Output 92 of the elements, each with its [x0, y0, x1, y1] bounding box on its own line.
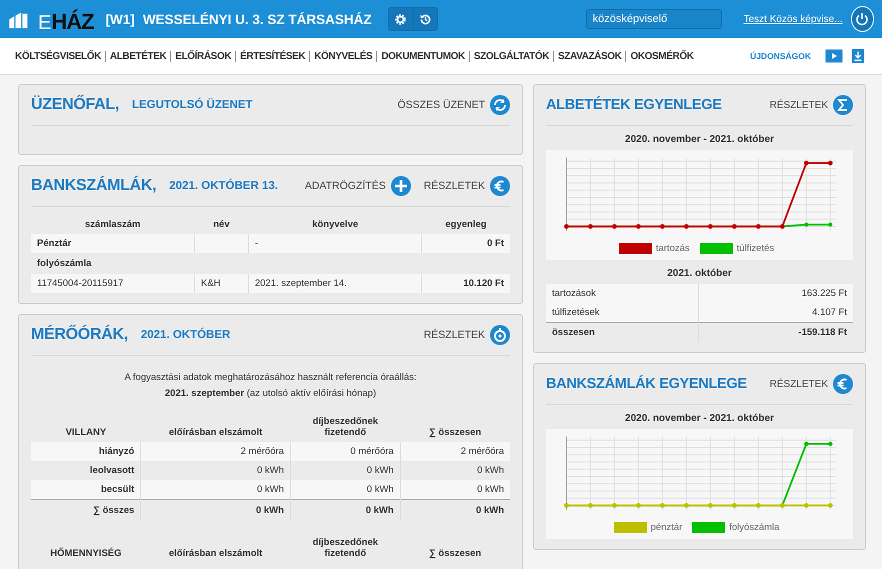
table-cell: összesen — [546, 322, 698, 342]
table-cell: leolvasott — [31, 461, 141, 480]
column-header: díjbeszedőnek fizetendő — [312, 536, 380, 561]
table-cell: 11745004-20115917 — [31, 274, 194, 293]
chart-title: 2020. november - 2021. október — [624, 412, 775, 426]
table-cell: 0 kWh — [290, 480, 400, 500]
table-cell: 163.225 Ft — [698, 284, 853, 303]
table-cell: 0 mérőóra — [290, 442, 400, 461]
history-button[interactable] — [412, 8, 437, 30]
gear-icon — [394, 12, 408, 26]
history-icon — [418, 12, 432, 26]
panel-action-link[interactable]: ADATRÖGZÍTÉS — [304, 180, 386, 192]
group-row-label: folyószámla — [31, 253, 194, 274]
column-header: név — [194, 215, 248, 234]
building-code: [W1] — [106, 12, 135, 26]
nav-link[interactable]: KÖLTSÉGVISELŐK — [15, 50, 101, 62]
power-icon — [854, 11, 870, 27]
table-cell: 10.120 Ft — [422, 274, 510, 293]
euro-icon[interactable] — [490, 176, 510, 196]
column-header: számlaszám — [31, 215, 194, 234]
table-cell: 2021. szeptember 14. — [248, 274, 422, 293]
table-cell: 0 kWh — [290, 500, 400, 521]
nav-link[interactable]: SZAVAZÁSOK — [553, 50, 622, 62]
table-cell — [194, 234, 248, 253]
logout-button[interactable] — [850, 6, 874, 32]
user-link[interactable]: Teszt Közös képvise... — [744, 14, 843, 24]
euro-icon[interactable] — [833, 374, 853, 394]
panel-title: MÉRŐÓRÁK, — [31, 326, 128, 344]
reference-note: A fogyasztási adatok meghatározásához használt referencia óraállás: 2021. szeptember (az utolsó aktív előírási hónap) — [123, 371, 418, 401]
column-header: VILLANY — [31, 412, 141, 442]
legend-label: tartozás — [656, 243, 690, 254]
table-cell: tartozások — [546, 284, 698, 303]
table-cell: 2 mérőóra — [400, 442, 510, 461]
details-link[interactable]: RÉSZLETEK — [770, 378, 828, 390]
panel-title: ALBETÉTEK EGYENLEGE — [546, 97, 722, 113]
table-cell: - — [248, 234, 422, 253]
panel-subtitle: 2021. OKTÓBER — [140, 329, 230, 341]
plus-icon[interactable] — [390, 176, 411, 196]
column-header: HŐMENNYISÉG — [49, 546, 123, 561]
table-cell: K&H — [194, 274, 248, 293]
video-icon[interactable] — [825, 49, 843, 63]
nav-link[interactable]: ALBETÉTEK — [104, 50, 166, 62]
table-cell: 2 mérőóra — [140, 442, 290, 461]
building-title: WESSELÉNYI U. 3. SZ TÁRSASHÁZ — [142, 12, 372, 26]
table-cell: 0 kWh — [400, 500, 510, 521]
nav-link[interactable]: ÉRTESÍTÉSEK — [235, 50, 306, 62]
legend-label: folyószámla — [729, 522, 780, 533]
gauge-icon[interactable] — [490, 325, 510, 345]
nav-link[interactable]: DOKUMENTUMOK — [376, 50, 465, 62]
legend-label: pénztár — [650, 522, 682, 533]
column-header: könyvelve — [248, 215, 422, 234]
all-messages-link[interactable]: ÖSSZES ÜZENET — [397, 99, 485, 111]
settings-button[interactable] — [388, 8, 413, 30]
nav-link[interactable]: SZOLGÁLTATÓK — [468, 50, 550, 62]
panel-subtitle: LEGUTOLSÓ ÜZENET — [132, 99, 253, 111]
column-header: egyenleg — [422, 215, 510, 234]
nav-link[interactable]: KÖNYVELÉS — [309, 50, 372, 62]
table-cell: becsült — [31, 480, 141, 500]
table-cell: ∑ összes — [31, 500, 141, 521]
role-field[interactable]: közösképviselő — [586, 9, 722, 29]
table-cell: 0 kWh — [400, 480, 510, 500]
panel-title: ÜZENŐFAL, — [31, 96, 119, 114]
column-header: előírásban elszámolt — [168, 547, 264, 561]
table-cell: 0 kWh — [140, 500, 290, 521]
panel-subtitle: 2021. OKTÓBER 13. — [169, 180, 278, 192]
table-cell: 0 kWh — [140, 480, 290, 500]
table-cell: -159.118 Ft — [698, 322, 853, 342]
nav-link[interactable]: OKOSMÉRŐK — [625, 50, 694, 62]
table-cell: 0 Ft — [422, 234, 510, 253]
sigma-icon[interactable] — [833, 95, 853, 115]
download-icon[interactable] — [849, 49, 867, 63]
chart-title: 2020. november - 2021. október — [624, 133, 775, 147]
details-link[interactable]: RÉSZLETEK — [424, 329, 485, 341]
column-header: ∑ összesen — [400, 412, 510, 442]
panel-action-link[interactable]: RÉSZLETEK — [424, 180, 485, 192]
table-cell: Pénztár — [31, 234, 194, 253]
column-header: díjbeszedőnek fizetendő — [290, 412, 400, 442]
legend-label: túlfizetés — [736, 243, 774, 254]
refresh-icon[interactable] — [490, 95, 510, 115]
logo-text: HÁZ — [51, 11, 94, 33]
month-title: 2021. október — [666, 267, 733, 281]
logo-letter: E — [38, 13, 52, 33]
column-header: előírásban elszámolt — [140, 412, 290, 442]
panel-title: BANKSZÁMLÁK EGYENLEGE — [546, 376, 747, 392]
table-cell: túlfizetések — [546, 303, 698, 322]
nav-link[interactable]: ELŐÍRÁSOK — [170, 50, 232, 62]
panel-title: BANKSZÁMLÁK, — [31, 177, 156, 195]
details-link[interactable]: RÉSZLETEK — [770, 100, 828, 110]
news-link[interactable]: ÚJDONSÁGOK — [750, 51, 811, 61]
column-header: ∑ összesen — [428, 547, 482, 561]
table-cell: 4.107 Ft — [698, 303, 853, 322]
table-cell: hiányzó — [31, 442, 141, 461]
